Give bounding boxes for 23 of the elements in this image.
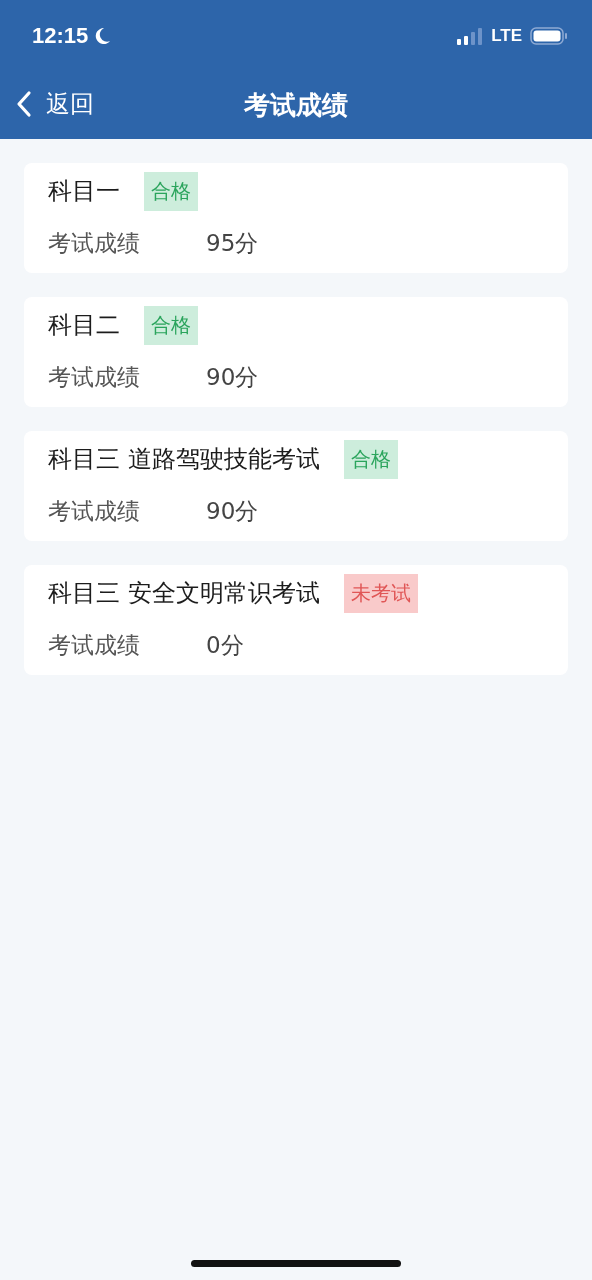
score-value: 90分 bbox=[206, 496, 259, 526]
status-tag: 合格 bbox=[144, 305, 198, 345]
clock-time: 12:15 bbox=[32, 23, 89, 49]
score-label: 考试成绩 bbox=[48, 496, 141, 526]
score-label: 考试成绩 bbox=[48, 228, 141, 258]
score-value: 95分 bbox=[206, 228, 259, 258]
subject-name: 科目二 bbox=[48, 310, 120, 341]
signal-icon bbox=[457, 27, 484, 45]
status-tag: 合格 bbox=[144, 171, 198, 211]
score-label: 考试成绩 bbox=[48, 630, 141, 660]
subject-name: 科目一 bbox=[48, 176, 120, 207]
back-button[interactable]: 返回 bbox=[12, 86, 98, 122]
status-tag: 未考试 bbox=[343, 573, 418, 613]
subject-name: 科目三 安全文明常识考试 bbox=[48, 578, 320, 609]
page-title: 考试成绩 bbox=[244, 89, 348, 122]
score-value: 90分 bbox=[206, 362, 259, 392]
back-icon[interactable] bbox=[16, 90, 32, 118]
score-label: 考试成绩 bbox=[48, 362, 141, 392]
status-tag: 合格 bbox=[343, 439, 398, 479]
subject-name: 科目三 道路驾驶技能考试 bbox=[48, 444, 320, 475]
score-value: 0分 bbox=[206, 630, 244, 660]
network-label: LTE bbox=[491, 26, 522, 46]
battery-icon bbox=[530, 27, 568, 45]
